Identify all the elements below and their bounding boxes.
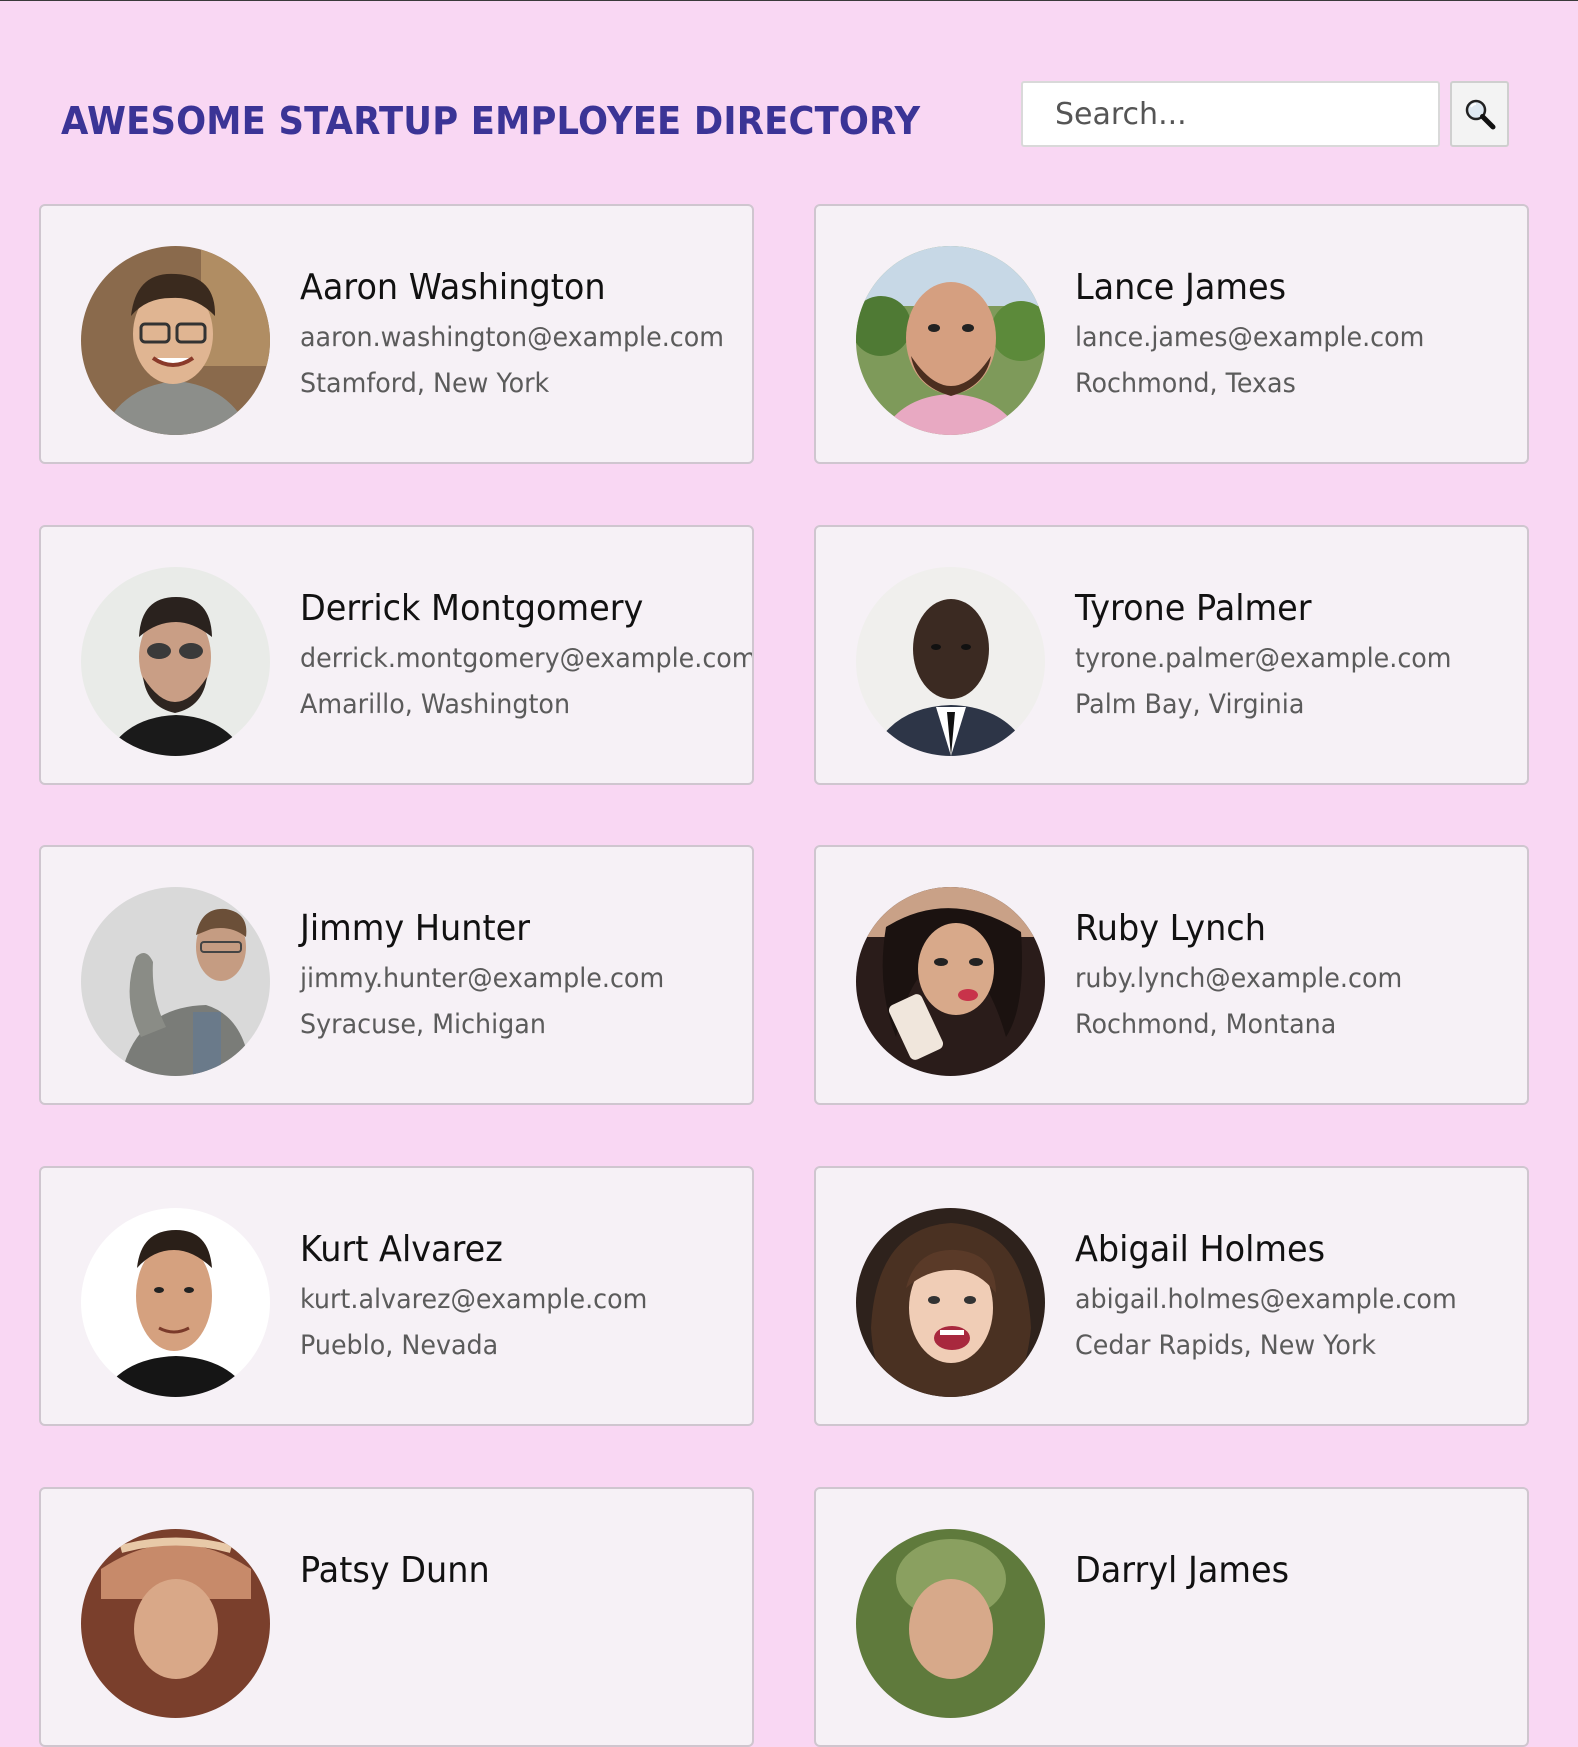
employee-email: tyrone.palmer@example.com [1075,643,1452,674]
employee-location: Stamford, New York [300,368,550,399]
employee-photo [856,246,1045,435]
employee-card[interactable]: Lance James lance.james@example.com Roch… [814,204,1529,464]
employee-card[interactable]: Jimmy Hunter jimmy.hunter@example.com Sy… [39,845,754,1105]
employee-name: Lance James [1075,267,1287,308]
employee-name: Patsy Dunn [300,1550,490,1591]
employee-email: kurt.alvarez@example.com [300,1284,648,1315]
employee-location: Cedar Rapids, New York [1075,1330,1376,1361]
employee-location: Amarillo, Washington [300,689,571,720]
employee-name: Derrick Montgomery [300,588,644,629]
employee-card[interactable]: Derrick Montgomery derrick.montgomery@ex… [39,525,754,785]
employee-name: Abigail Holmes [1075,1229,1326,1270]
employee-photo [81,1208,270,1397]
employee-email: ruby.lynch@example.com [1075,963,1403,994]
employee-photo [81,567,270,756]
employee-info: Darryl James [1075,1547,1527,1599]
employee-name: Kurt Alvarez [300,1229,503,1270]
employee-email: jimmy.hunter@example.com [300,963,665,994]
employee-card[interactable]: Abigail Holmes abigail.holmes@example.co… [814,1166,1529,1426]
employee-email: aaron.washington@example.com [300,322,724,353]
employee-photo [856,887,1045,1076]
employee-photo [81,246,270,435]
employee-name: Aaron Washington [300,267,606,308]
employee-name: Ruby Lynch [1075,908,1266,949]
employee-info: Ruby Lynch ruby.lynch@example.com Rochmo… [1075,905,1527,1049]
employee-info: Aaron Washington aaron.washington@exampl… [300,264,752,408]
employee-gallery: Aaron Washington aaron.washington@exampl… [0,1,1578,1747]
employee-photo [856,567,1045,756]
employee-info: Tyrone Palmer tyrone.palmer@example.com … [1075,585,1527,729]
employee-info: Lance James lance.james@example.com Roch… [1075,264,1527,408]
employee-location: Palm Bay, Virginia [1075,689,1305,720]
employee-location: Pueblo, Nevada [300,1330,499,1361]
employee-location: Syracuse, Michigan [300,1009,546,1040]
employee-card[interactable]: Ruby Lynch ruby.lynch@example.com Rochmo… [814,845,1529,1105]
employee-email: derrick.montgomery@example.com [300,643,754,674]
employee-photo [81,1529,270,1718]
employee-card[interactable]: Tyrone Palmer tyrone.palmer@example.com … [814,525,1529,785]
employee-location: Rochmond, Montana [1075,1009,1337,1040]
employee-email: lance.james@example.com [1075,322,1425,353]
employee-info: Derrick Montgomery derrick.montgomery@ex… [300,585,754,729]
employee-info: Jimmy Hunter jimmy.hunter@example.com Sy… [300,905,752,1049]
employee-name: Tyrone Palmer [1075,588,1312,629]
employee-email: abigail.holmes@example.com [1075,1284,1457,1315]
employee-photo [856,1208,1045,1397]
employee-name: Darryl James [1075,1550,1290,1591]
employee-photo [856,1529,1045,1718]
employee-card[interactable]: Aaron Washington aaron.washington@exampl… [39,204,754,464]
employee-info: Kurt Alvarez kurt.alvarez@example.com Pu… [300,1226,752,1370]
employee-location: Rochmond, Texas [1075,368,1296,399]
employee-info: Abigail Holmes abigail.holmes@example.co… [1075,1226,1527,1370]
employee-info: Patsy Dunn [300,1547,752,1599]
employee-card[interactable]: Patsy Dunn [39,1487,754,1747]
employee-name: Jimmy Hunter [300,908,530,949]
employee-card[interactable]: Kurt Alvarez kurt.alvarez@example.com Pu… [39,1166,754,1426]
employee-photo [81,887,270,1076]
employee-card[interactable]: Darryl James [814,1487,1529,1747]
